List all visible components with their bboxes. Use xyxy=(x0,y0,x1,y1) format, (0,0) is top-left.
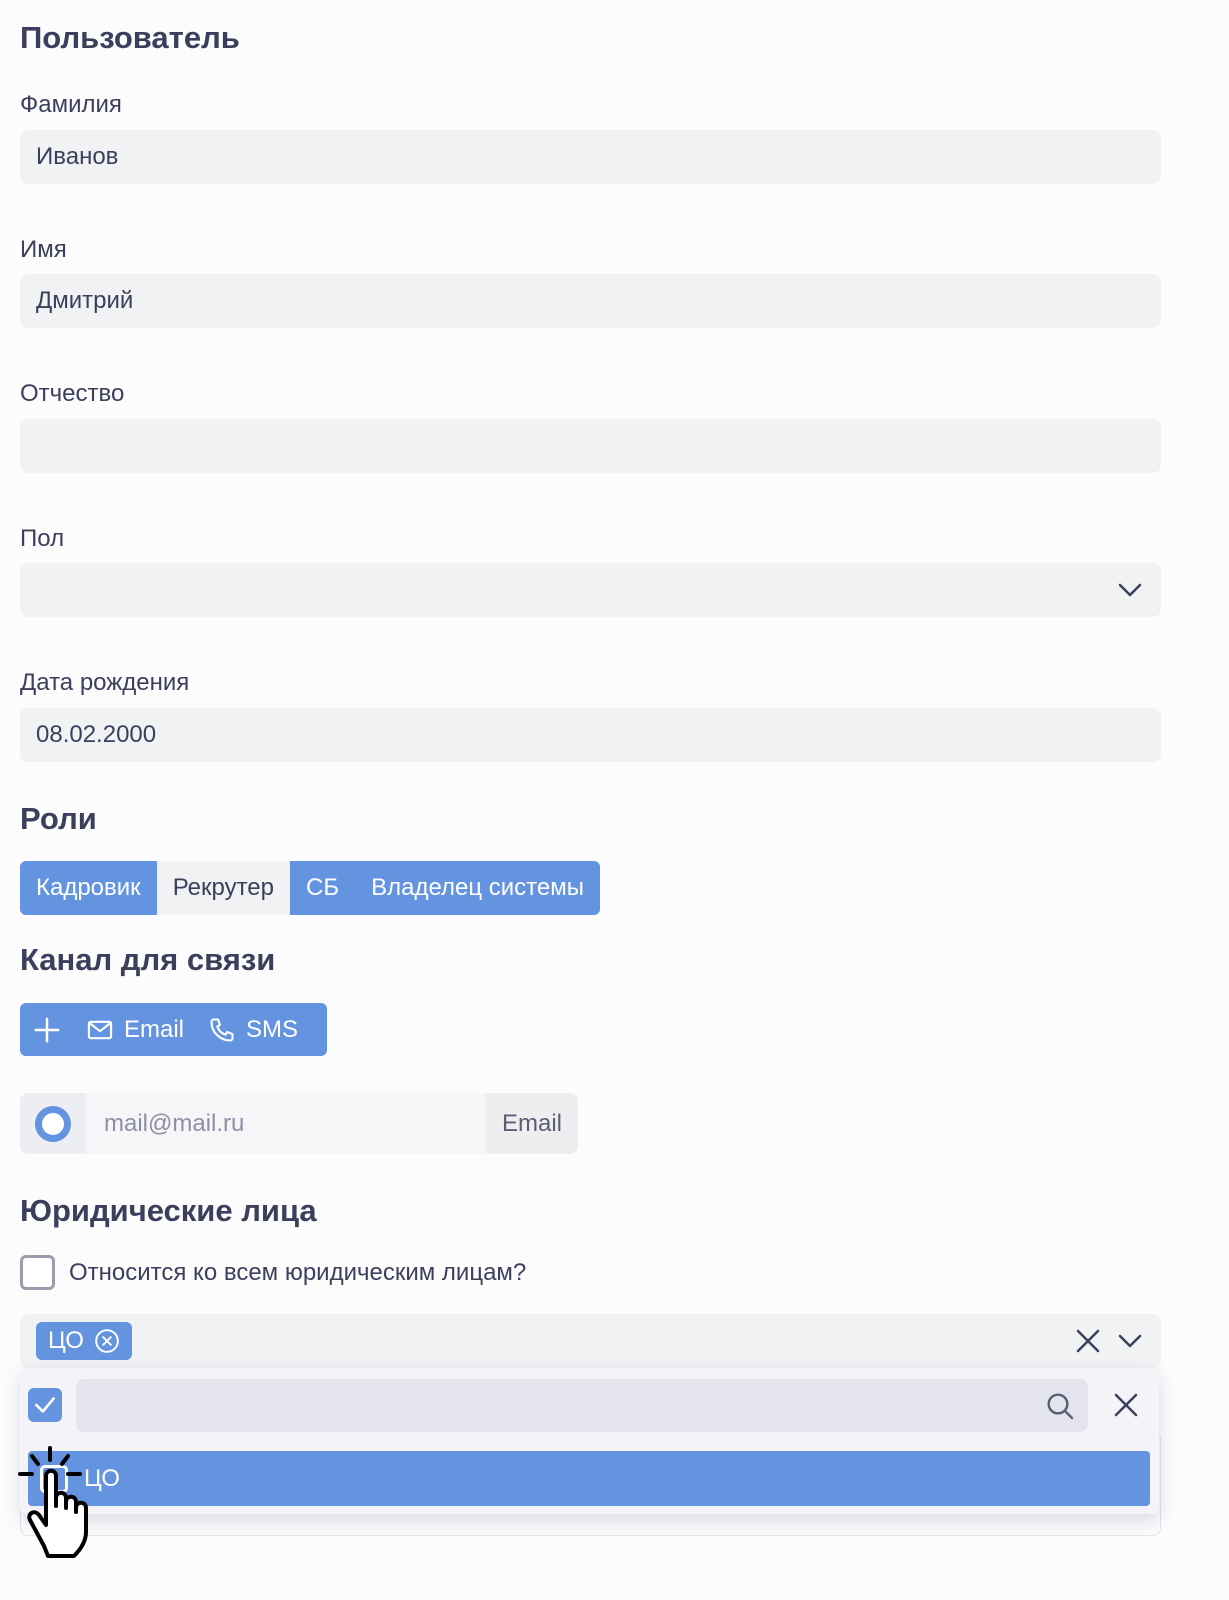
birth-date-value: 08.02.2000 xyxy=(36,721,157,748)
section-title-channel: Канал для связи xyxy=(20,942,276,977)
select-all-checkbox[interactable] xyxy=(28,1388,62,1422)
check-icon xyxy=(35,1397,55,1413)
first-name-value: Дмитрий xyxy=(36,287,134,314)
legal-entities-select[interactable]: ЦО xyxy=(20,1314,1161,1368)
plus-icon xyxy=(34,1017,60,1042)
legal-entities-dropdown: ЦО xyxy=(20,1369,1159,1514)
chevron-down-icon[interactable] xyxy=(1115,1326,1145,1356)
clear-selection-icon[interactable] xyxy=(1073,1326,1103,1356)
section-title-legal: Юридические лица xyxy=(20,1193,317,1228)
email-channel-button[interactable]: Email xyxy=(74,1003,196,1056)
gender-select[interactable] xyxy=(20,563,1161,617)
hand-cursor-icon xyxy=(18,1446,88,1558)
dropdown-option[interactable]: ЦО xyxy=(28,1451,1150,1506)
mail-icon xyxy=(87,1020,113,1039)
contact-value-input[interactable]: mail@mail.ru xyxy=(86,1093,486,1154)
last-name-label: Фамилия xyxy=(20,91,122,118)
birth-date-field[interactable]: 08.02.2000 xyxy=(20,708,1161,762)
first-name-field[interactable]: Дмитрий xyxy=(20,274,1161,328)
section-title-user: Пользователь xyxy=(20,20,240,55)
add-channel-button[interactable] xyxy=(20,1003,74,1056)
sms-channel-label: SMS xyxy=(246,1015,299,1043)
close-icon[interactable] xyxy=(1111,1390,1141,1420)
all-legal-entities-label: Относится ко всем юридическим лицам? xyxy=(69,1258,527,1286)
primary-contact-radio[interactable] xyxy=(35,1105,71,1142)
patronymic-field[interactable] xyxy=(20,419,1161,473)
contact-primary-radio-cell[interactable] xyxy=(20,1093,86,1154)
roles-segmented: Кадровик Рекрутер СБ Владелец системы xyxy=(20,861,600,915)
first-name-label: Имя xyxy=(20,236,67,263)
role-recruiter[interactable]: Рекрутер xyxy=(156,861,290,915)
sms-channel-button[interactable]: SMS xyxy=(196,1003,310,1056)
all-legal-entities-row: Относится ко всем юридическим лицам? xyxy=(20,1255,526,1290)
section-title-roles: Роли xyxy=(20,801,97,836)
all-legal-entities-checkbox[interactable] xyxy=(20,1255,55,1290)
role-owner[interactable]: Владелец системы xyxy=(355,861,600,915)
channel-toolbar: Email SMS xyxy=(20,1003,327,1056)
last-name-field[interactable]: Иванов xyxy=(20,130,1161,184)
selected-tag: ЦО xyxy=(36,1322,132,1360)
dropdown-search-input[interactable] xyxy=(76,1379,1088,1432)
role-security[interactable]: СБ xyxy=(289,861,356,915)
patronymic-label: Отчество xyxy=(20,380,125,407)
chevron-down-icon[interactable] xyxy=(1115,575,1145,605)
search-icon xyxy=(1047,1393,1074,1420)
email-channel-label: Email xyxy=(124,1015,185,1043)
last-name-value: Иванов xyxy=(36,143,119,170)
phone-icon xyxy=(210,1017,234,1042)
birth-date-label: Дата рождения xyxy=(20,669,190,696)
contact-row: mail@mail.ru Email xyxy=(20,1093,578,1154)
contact-type-badge: Email xyxy=(486,1093,578,1154)
gender-label: Пол xyxy=(20,525,65,552)
remove-tag-icon[interactable] xyxy=(94,1328,120,1354)
role-hr[interactable]: Кадровик xyxy=(20,861,157,915)
selected-tag-label: ЦО xyxy=(48,1327,84,1354)
